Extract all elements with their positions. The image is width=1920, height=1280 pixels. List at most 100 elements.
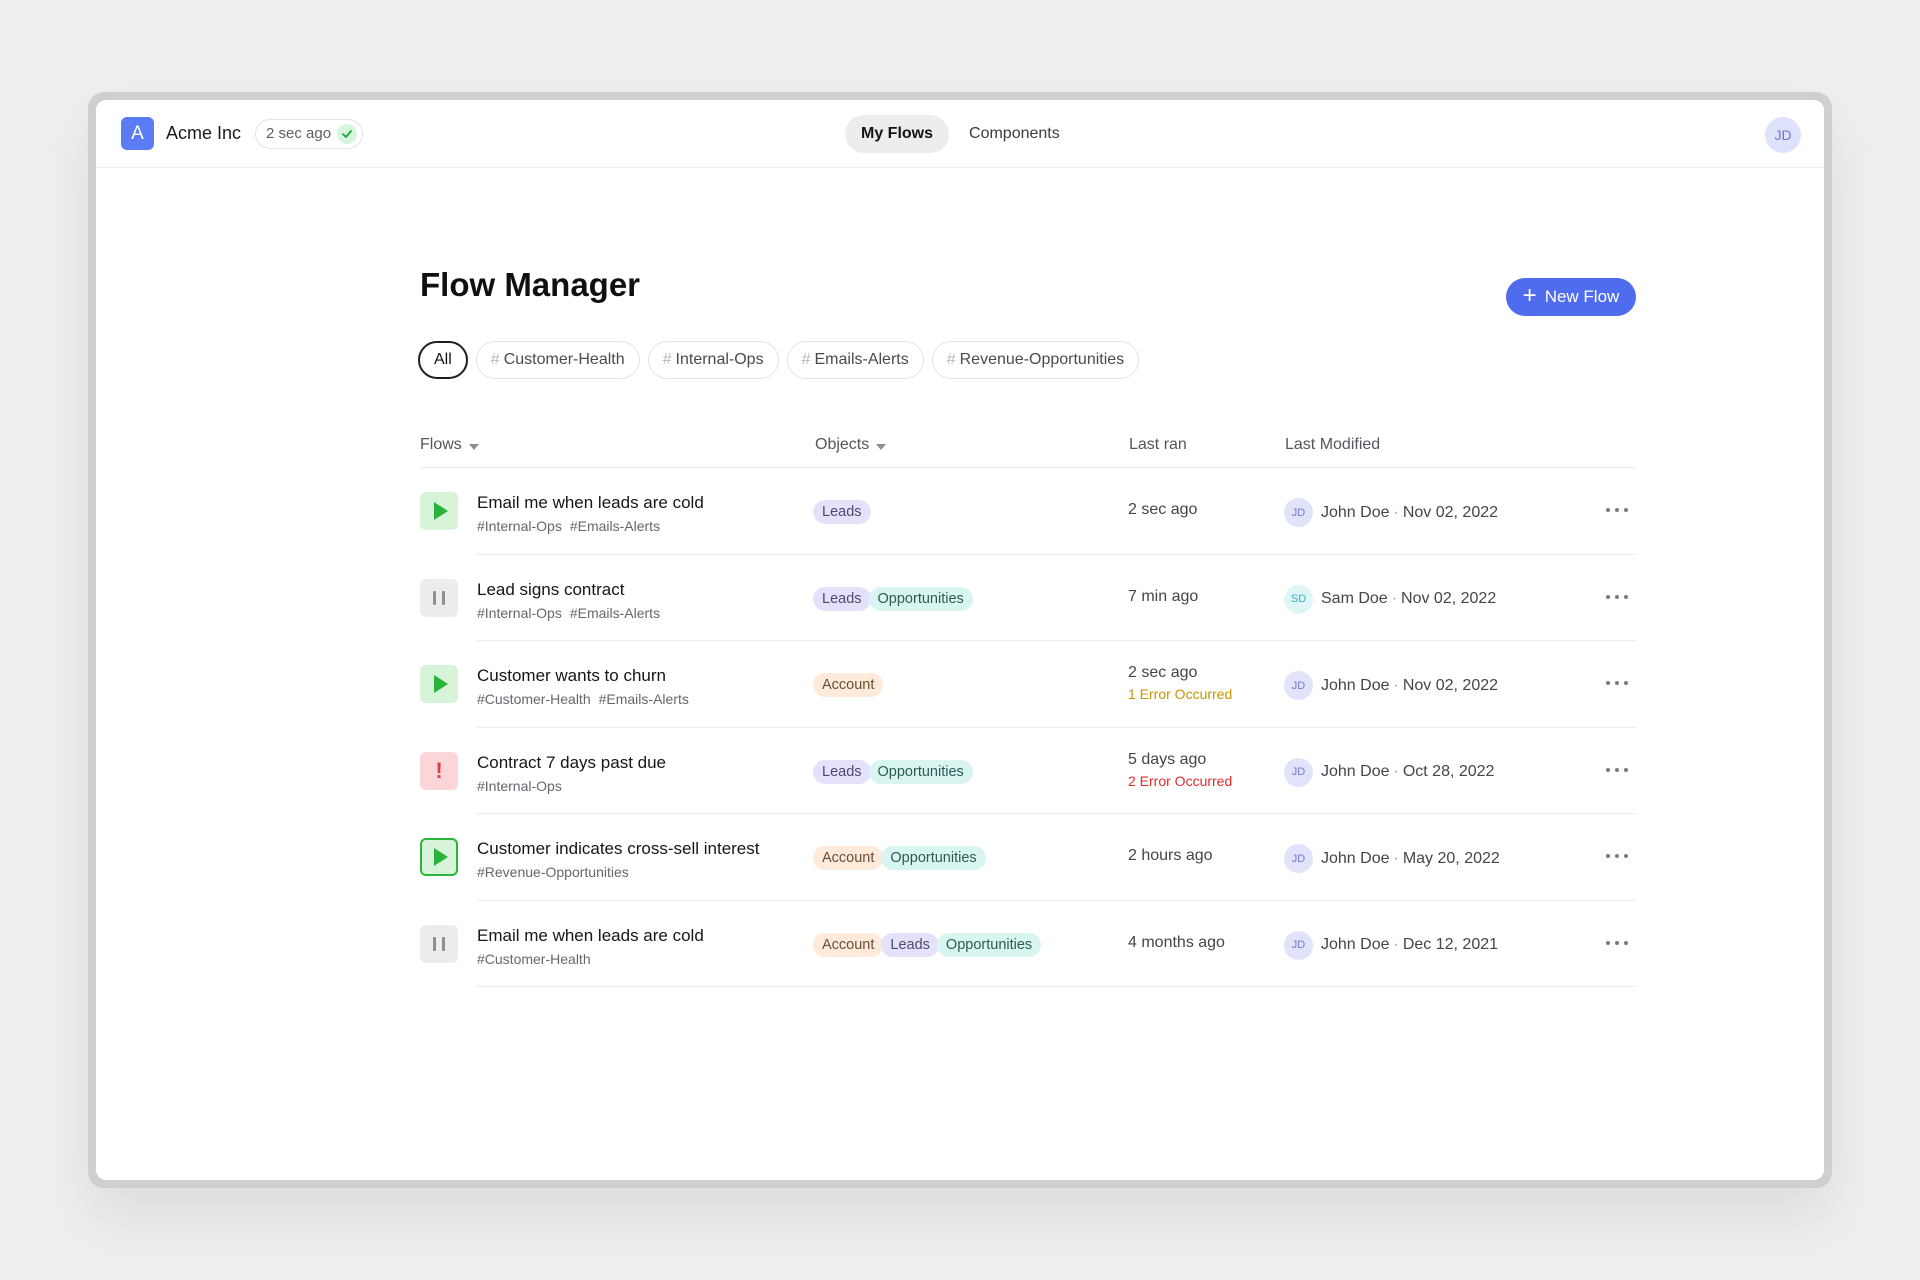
filter-chip-label: Revenue-Opportunities xyxy=(959,351,1125,368)
avatar: JD xyxy=(1284,930,1313,960)
flow-tag[interactable]: #Customer-Health xyxy=(477,951,591,967)
last-ran: 2 sec ago 1 Error Occurred xyxy=(1128,664,1232,702)
table-row[interactable]: ! Contract 7 days past due #Internal-Ops… xyxy=(420,728,1636,814)
sync-status-text: 2 sec ago xyxy=(266,125,332,142)
sync-status-badge: 2 sec ago xyxy=(255,118,364,149)
object-badge: Account xyxy=(813,673,884,697)
object-badges: Leads Opportunities xyxy=(813,586,973,611)
object-badge: Account xyxy=(813,846,884,870)
object-badge: Opportunities xyxy=(868,759,973,784)
flow-tags: #Revenue-Opportunities xyxy=(477,864,629,880)
filter-chip-label: Customer-Health xyxy=(503,351,625,368)
avatar: JD xyxy=(1284,498,1313,527)
flow-tag[interactable]: #Internal-Ops xyxy=(477,518,562,534)
object-badge: Account xyxy=(813,932,884,957)
last-ran: 5 days ago 2 Error Occurred xyxy=(1128,751,1232,789)
more-options-icon[interactable] xyxy=(1603,681,1630,685)
brand: A Acme Inc 2 sec ago xyxy=(121,117,364,150)
flow-tag[interactable]: #Internal-Ops xyxy=(477,605,562,621)
caret-down-icon xyxy=(876,443,887,450)
column-header-flows[interactable]: Flows xyxy=(420,436,479,454)
top-bar: A Acme Inc 2 sec ago My Flows Components… xyxy=(96,100,1824,168)
object-badges: Account Opportunities xyxy=(813,846,986,870)
table-row[interactable]: Lead signs contract #Internal-Ops #Emails… xyxy=(420,555,1636,641)
tab-my-flows[interactable]: My Flows xyxy=(845,115,950,153)
main-nav: My Flows Components xyxy=(845,115,1076,153)
flow-tags: #Customer-Health xyxy=(477,951,591,967)
flow-tags: #Internal-Ops #Emails-Alerts xyxy=(477,518,660,534)
row-divider xyxy=(477,986,1636,987)
more-options-icon[interactable] xyxy=(1603,940,1630,945)
table-row[interactable]: Customer wants to churn #Customer-Health… xyxy=(420,641,1636,728)
object-badges: Account xyxy=(813,673,884,697)
table-row[interactable]: Email me when leads are cold #Customer-H… xyxy=(420,901,1636,987)
table-row[interactable]: Customer indicates cross-sell interest #… xyxy=(420,814,1636,901)
flow-tag[interactable]: #Internal-Ops xyxy=(477,778,562,794)
caret-down-icon xyxy=(468,443,479,450)
flow-name[interactable]: Lead signs contract xyxy=(477,580,624,600)
modified-by: John Doe xyxy=(1321,676,1390,694)
flow-tag[interactable]: #Emails-Alerts xyxy=(570,605,660,621)
flow-name[interactable]: Email me when leads are cold xyxy=(477,926,704,946)
pause-icon[interactable] xyxy=(420,924,458,963)
org-name[interactable]: Acme Inc xyxy=(166,123,241,144)
flows-table: Email me when leads are cold #Internal-O… xyxy=(420,468,1636,987)
last-modified: JD John Doe · Nov 02, 2022 xyxy=(1284,498,1498,527)
more-options-icon[interactable] xyxy=(1603,854,1630,858)
object-badges: Leads xyxy=(813,500,871,524)
play-icon[interactable] xyxy=(420,665,458,703)
last-ran-time: 2 hours ago xyxy=(1128,847,1213,864)
flow-tag[interactable]: #Emails-Alerts xyxy=(599,691,689,707)
object-badges: Leads Opportunities xyxy=(813,759,973,784)
more-options-icon[interactable] xyxy=(1603,508,1630,512)
column-header-objects[interactable]: Objects xyxy=(815,436,887,454)
column-label: Flows xyxy=(420,436,462,453)
error-status[interactable]: 1 Error Occurred xyxy=(1128,686,1232,702)
flow-tags: #Internal-Ops #Emails-Alerts xyxy=(477,605,660,621)
modified-date: Nov 02, 2022 xyxy=(1402,503,1499,521)
last-ran: 4 months ago xyxy=(1128,934,1225,952)
flow-tag[interactable]: #Customer-Health xyxy=(477,691,591,707)
error-icon[interactable]: ! xyxy=(420,751,458,790)
filter-chip-customer-health[interactable]: # Customer-Health xyxy=(475,341,640,379)
pause-icon[interactable] xyxy=(420,578,458,617)
filter-chip-internal-ops[interactable]: # Internal-Ops xyxy=(647,341,779,379)
tab-components[interactable]: Components xyxy=(953,115,1076,153)
error-status[interactable]: 2 Error Occurred xyxy=(1128,773,1232,789)
column-label: Last ran xyxy=(1129,436,1187,453)
avatar: JD xyxy=(1284,757,1313,787)
more-options-icon[interactable] xyxy=(1603,594,1630,599)
last-ran-time: 2 sec ago xyxy=(1128,501,1198,518)
filter-chip-revenue-opportunities[interactable]: # Revenue-Opportunities xyxy=(931,341,1140,379)
flow-name[interactable]: Email me when leads are cold xyxy=(477,493,704,513)
play-icon[interactable] xyxy=(420,492,458,530)
hash-icon: # xyxy=(801,351,811,368)
last-modified: JD John Doe · Nov 02, 2022 xyxy=(1284,671,1498,700)
modified-date: May 20, 2022 xyxy=(1402,849,1500,867)
flow-name[interactable]: Contract 7 days past due xyxy=(477,753,666,773)
play-icon[interactable] xyxy=(420,838,458,876)
column-header-last-ran: Last ran xyxy=(1129,436,1187,454)
flow-tag[interactable]: #Revenue-Opportunities xyxy=(477,864,629,880)
last-ran: 7 min ago xyxy=(1128,588,1198,606)
filter-chip-label: Internal-Ops xyxy=(675,351,764,368)
more-options-icon[interactable] xyxy=(1603,767,1630,772)
flow-name[interactable]: Customer wants to churn xyxy=(477,666,666,686)
plus-icon: + xyxy=(1522,282,1537,309)
last-ran: 2 sec ago xyxy=(1128,501,1197,519)
modified-by: John Doe xyxy=(1321,763,1390,780)
avatar: SD xyxy=(1284,584,1313,614)
avatar: JD xyxy=(1284,671,1313,700)
flow-tag[interactable]: #Emails-Alerts xyxy=(570,518,660,534)
table-row[interactable]: Email me when leads are cold #Internal-O… xyxy=(420,468,1636,555)
flow-name[interactable]: Customer indicates cross-sell interest xyxy=(477,839,759,859)
filter-chip-emails-alerts[interactable]: # Emails-Alerts xyxy=(786,341,924,379)
last-ran-time: 7 min ago xyxy=(1128,587,1199,605)
filter-chip-all[interactable]: All xyxy=(418,341,468,379)
last-ran: 2 hours ago xyxy=(1128,847,1213,865)
new-flow-button[interactable]: + New Flow xyxy=(1506,278,1636,316)
flow-tags: #Internal-Ops xyxy=(477,778,562,794)
user-avatar[interactable]: JD xyxy=(1765,117,1801,153)
object-badge: Leads xyxy=(813,759,871,784)
org-logo[interactable]: A xyxy=(121,117,154,150)
